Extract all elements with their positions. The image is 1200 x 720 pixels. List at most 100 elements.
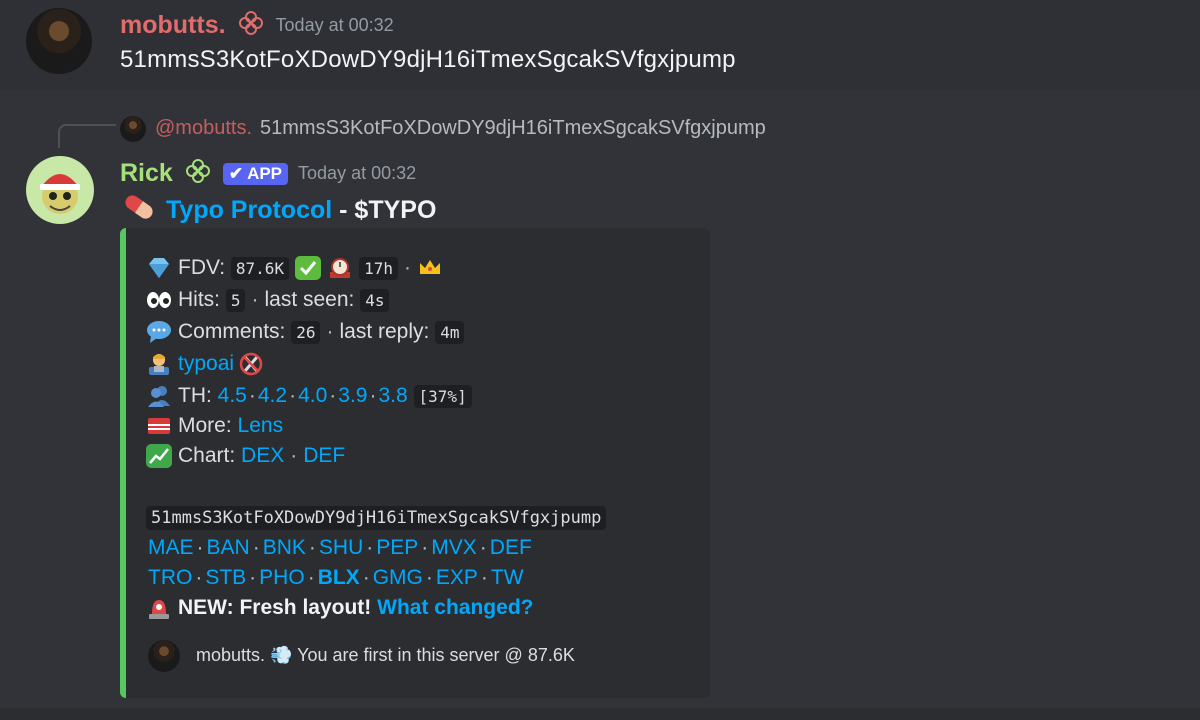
separator-dot: · bbox=[369, 384, 377, 407]
hits-value: 5 bbox=[225, 288, 246, 312]
reply-connector bbox=[58, 124, 116, 148]
creator-link[interactable]: typoai bbox=[178, 352, 234, 376]
user-avatar-mobutts[interactable] bbox=[26, 8, 92, 74]
separator-dot: · bbox=[326, 320, 334, 343]
chart-yen-icon bbox=[146, 444, 172, 468]
token-ticker: $TYPO bbox=[354, 196, 437, 224]
separator-dot: · bbox=[289, 384, 297, 407]
what-changed-link[interactable]: What changed? bbox=[377, 596, 533, 620]
speech-bubble-icon bbox=[146, 320, 172, 344]
footer-avatar bbox=[148, 640, 180, 672]
link-pho[interactable]: PHO bbox=[259, 566, 305, 590]
reply-reference[interactable]: @mobutts. 51mmsS3KotFoXDowDY9djH16iTmexS… bbox=[155, 117, 766, 140]
link-exp[interactable]: EXP bbox=[436, 566, 478, 590]
separator-dot: · bbox=[403, 256, 411, 279]
separator-dot: · bbox=[252, 536, 260, 559]
last-reply-value: 4m bbox=[435, 320, 465, 344]
link-tro[interactable]: TRO bbox=[148, 566, 192, 590]
last-seen-label: last seen: bbox=[264, 288, 355, 311]
separator-dot: · bbox=[329, 384, 337, 407]
link-bnk[interactable]: BNK bbox=[263, 536, 306, 560]
role-icon bbox=[236, 8, 266, 43]
th-value-link[interactable]: 4.5 bbox=[218, 384, 247, 408]
reply-username[interactable]: @mobutts. bbox=[155, 117, 252, 140]
link-shu[interactable]: SHU bbox=[319, 536, 363, 560]
link-pep[interactable]: PEP bbox=[376, 536, 418, 560]
contract-address[interactable]: 51mmsS3KotFoXDowDY9djH16iTmexSgcakSVfgxj… bbox=[146, 506, 607, 530]
flag-icon bbox=[146, 414, 172, 438]
siren-icon bbox=[146, 596, 172, 620]
message-2-title: Typo Protocol - $TYPO bbox=[120, 192, 436, 229]
link-gmg[interactable]: GMG bbox=[373, 566, 423, 590]
busts-icon bbox=[146, 384, 172, 408]
link-mvx[interactable]: MVX bbox=[431, 536, 477, 560]
reply-text[interactable]: 51mmsS3KotFoXDowDY9djH16iTmexSgcakSVfgxj… bbox=[260, 117, 766, 140]
creator-line: typoai bbox=[146, 352, 270, 376]
contract-code[interactable]: 51mmsS3KotFoXDowDY9djH16iTmexSgcakSVfgxj… bbox=[146, 506, 607, 530]
separator-dot: · bbox=[248, 384, 256, 407]
separator-dot: · bbox=[196, 536, 204, 559]
link-def[interactable]: DEF bbox=[490, 536, 532, 560]
last-seen-value: 4s bbox=[360, 288, 390, 312]
chart-link-dex[interactable]: DEX bbox=[241, 444, 284, 468]
fdv-value: 87.6K bbox=[230, 256, 290, 280]
chart-line: Chart: DEX · DEF bbox=[146, 444, 345, 468]
link-blx[interactable]: BLX bbox=[318, 566, 360, 590]
no-x-icon bbox=[238, 352, 264, 376]
bottom-divider bbox=[0, 708, 1200, 720]
links-row-2: TRO · STB · PHO · BLX · GMG · EXP · TW bbox=[148, 566, 524, 590]
age-value: 17h bbox=[359, 256, 398, 280]
username-rick[interactable]: Rick bbox=[120, 159, 173, 188]
th-value-link[interactable]: 4.0 bbox=[298, 384, 327, 408]
separator-dot: · bbox=[366, 536, 374, 559]
embed-footer-text: mobutts. 💨 You are first in this server … bbox=[196, 645, 575, 665]
separator-dot: · bbox=[249, 566, 257, 589]
reply-avatar bbox=[120, 116, 146, 142]
new-announcement: NEW: Fresh layout! What changed? bbox=[146, 596, 533, 620]
comments-label: Comments: bbox=[178, 320, 286, 343]
check-icon bbox=[295, 256, 322, 280]
th-percent: [37%] bbox=[413, 384, 472, 408]
technologist-icon bbox=[146, 352, 172, 376]
th-value-link[interactable]: 3.8 bbox=[378, 384, 407, 408]
checkmark-icon: ✔ bbox=[228, 163, 244, 183]
pill-icon bbox=[120, 192, 158, 229]
title-separator: - bbox=[332, 196, 355, 224]
separator-dot: · bbox=[290, 444, 298, 467]
separator-dot: · bbox=[251, 288, 259, 311]
app-badge-label: APP bbox=[247, 163, 283, 183]
th-label: TH: bbox=[178, 384, 212, 407]
username-mobutts[interactable]: mobutts. bbox=[120, 11, 226, 40]
separator-dot: · bbox=[421, 536, 429, 559]
comments-line: Comments: 26 · last reply: 4m bbox=[146, 320, 465, 344]
fdv-line: FDV: 87.6K 17h · bbox=[146, 256, 449, 280]
th-value-link[interactable]: 4.2 bbox=[258, 384, 287, 408]
more-label: More: bbox=[178, 414, 232, 437]
separator-dot: · bbox=[307, 566, 315, 589]
th-line: TH: 4.5 · 4.2 · 4.0 · 3.9 · 3.8 [37%] bbox=[146, 384, 472, 408]
lens-link[interactable]: Lens bbox=[238, 414, 284, 438]
timestamp: Today at 00:32 bbox=[298, 163, 417, 183]
embed-accent-bar bbox=[120, 228, 126, 698]
token-name-link[interactable]: Typo Protocol bbox=[166, 196, 332, 225]
separator-dot: · bbox=[479, 536, 487, 559]
separator-dot: · bbox=[195, 566, 203, 589]
link-ban[interactable]: BAN bbox=[207, 536, 250, 560]
link-stb[interactable]: STB bbox=[205, 566, 246, 590]
timestamp: Today at 00:32 bbox=[275, 15, 394, 35]
fdv-label: FDV: bbox=[178, 256, 226, 279]
hits-label: Hits: bbox=[178, 288, 220, 311]
separator-dot: · bbox=[480, 566, 488, 589]
message-1-text: 51mmsS3KotFoXDowDY9djH16iTmexSgcakSVfgxj… bbox=[120, 46, 736, 73]
th-value-link[interactable]: 3.9 bbox=[338, 384, 367, 408]
separator-dot: · bbox=[308, 536, 316, 559]
message-2-header: Rick ✔ APP Today at 00:32 bbox=[120, 156, 416, 191]
link-mae[interactable]: MAE bbox=[148, 536, 194, 560]
hits-line: Hits: 5 · last seen: 4s bbox=[146, 288, 390, 312]
comments-value: 26 bbox=[291, 320, 321, 344]
chart-link-def[interactable]: DEF bbox=[303, 444, 345, 468]
more-line: More: Lens bbox=[146, 414, 283, 438]
message-1-header: mobutts. Today at 00:32 bbox=[120, 8, 394, 43]
link-tw[interactable]: TW bbox=[491, 566, 524, 590]
bot-avatar-rick[interactable] bbox=[26, 156, 94, 224]
